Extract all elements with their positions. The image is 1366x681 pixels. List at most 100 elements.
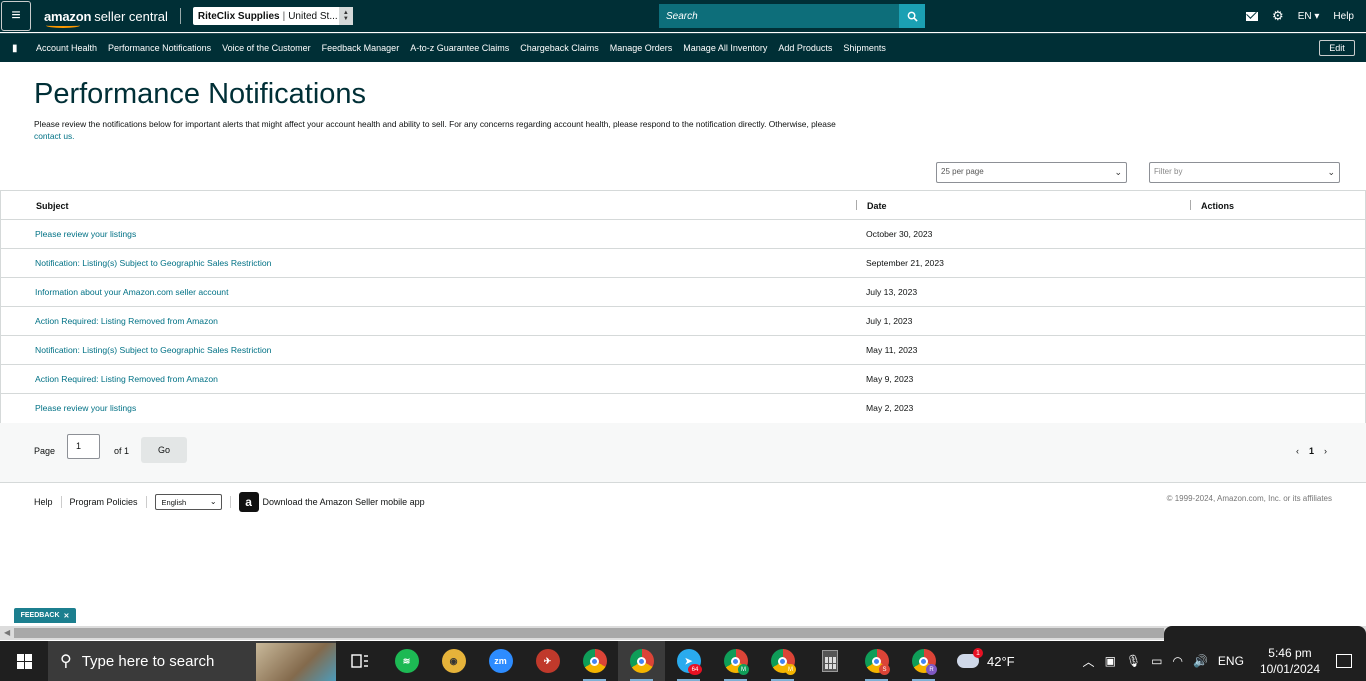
mail-icon[interactable] [1246,11,1259,21]
chrome-profile-icon[interactable]: M [759,641,806,681]
network-app-icon[interactable]: ✈ [524,641,571,681]
column-header-date: Date [867,201,887,211]
notification-subject-link[interactable]: Notification: Listing(s) Subject to Geog… [35,258,271,268]
nav-item-shipments[interactable]: Shipments [843,43,886,53]
input-language[interactable]: ENG [1218,654,1244,668]
camera-icon[interactable]: ▣ [1105,654,1116,668]
language-selector[interactable]: EN ▾ [1298,11,1320,22]
page-title: Performance Notifications [34,78,367,110]
download-app-link[interactable]: Download the Amazon Seller mobile app [263,497,425,507]
spotify-icon[interactable]: ≋ [383,641,430,681]
per-page-value: 25 per page [941,167,984,176]
seller-central-logo[interactable]: amazon seller central [44,9,168,28]
taskbar-search[interactable]: ⚲ Type here to search [48,641,336,681]
store-selector[interactable]: RiteClix Supplies | United St... ▲ ▼ [192,7,353,25]
footer-divider [229,496,231,508]
notification-subject-link[interactable]: Information about your Amazon.com seller… [35,287,228,297]
language-label: EN [1297,10,1312,22]
feedback-label: FEEDBACK [20,612,60,619]
task-view-icon[interactable] [336,641,383,681]
nav-item-account-health[interactable]: Account Health [36,43,97,53]
chrome-profile-icon[interactable]: R [900,641,947,681]
gear-icon[interactable]: ⚙ [1272,8,1284,24]
search-icon: ⚲ [60,653,72,670]
chrome-profile-icon[interactable]: S [853,641,900,681]
chevron-down-icon: ▾ [1314,10,1320,22]
notification-subject-link[interactable]: Please review your listings [35,403,136,413]
start-button[interactable] [0,641,48,681]
chevron-down-icon: ⌄ [209,497,217,506]
notification-date: July 13, 2023 [866,287,918,297]
nav-item-feedback-manager[interactable]: Feedback Manager [322,43,400,53]
bookmark-icon[interactable]: ▮ [12,43,20,54]
column-divider [856,200,857,210]
notification-date: July 1, 2023 [866,316,913,326]
search-placeholder: Search [666,10,698,22]
store-separator: | [282,10,286,22]
notifications-icon[interactable] [1336,654,1352,668]
scroll-left-icon[interactable]: ◀ [4,628,10,637]
weather-temperature: 42°F [987,653,1015,669]
calculator-icon[interactable] [806,641,853,681]
current-page-number[interactable]: 1 [1309,446,1314,456]
chevron-down-icon: ⌄ [1114,167,1122,177]
battery-icon[interactable]: ▭ [1151,654,1162,668]
feedback-tab[interactable]: FEEDBACK ✕ [14,608,76,623]
footer-help-link[interactable]: Help [34,497,53,507]
notifications-table: Subject Date Actions Please review your … [0,190,1366,424]
per-page-select[interactable]: 25 per page ⌄ [936,162,1127,183]
search-button[interactable] [899,4,925,28]
clock[interactable]: 5:46 pm 10/01/2024 [1260,645,1320,677]
notification-subject-link[interactable]: Notification: Listing(s) Subject to Geog… [35,345,271,355]
chrome-icon-active[interactable] [618,641,665,681]
notification-date: October 30, 2023 [866,229,933,239]
footer-divider [145,496,147,508]
contact-us-link[interactable]: contact us. [34,131,75,141]
wifi-icon[interactable]: ◠ [1172,654,1182,668]
page-label: Page [34,446,56,456]
notification-subject-link[interactable]: Action Required: Listing Removed from Am… [35,316,218,326]
horizontal-scrollbar[interactable]: ◀ [0,626,1366,640]
search-input[interactable]: Search [659,4,899,28]
nav-item-manage-orders[interactable]: Manage Orders [610,43,673,53]
cyberduck-icon[interactable]: ◉ [430,641,477,681]
help-link[interactable]: Help [1333,11,1354,22]
nav-item-a-to-z-claims[interactable]: A-to-z Guarantee Claims [410,43,509,53]
chevron-up-icon[interactable]: ︿ [1083,653,1095,670]
weather-widget[interactable]: 1 42°F [957,648,1015,669]
nav-item-chargeback-claims[interactable]: Chargeback Claims [520,43,599,53]
close-icon[interactable]: ✕ [64,612,70,620]
page-number-input[interactable]: 1 [67,434,100,459]
filter-select[interactable]: Filter by ⌄ [1149,162,1340,183]
go-button[interactable]: Go [141,437,187,463]
volume-icon[interactable]: 🔊 [1193,654,1208,668]
chrome-icon[interactable] [571,641,618,681]
scrollbar-thumb[interactable] [14,628,1164,638]
page-of-label: of 1 [114,446,130,456]
amazon-app-icon[interactable]: a [238,492,259,512]
chrome-profile-icon[interactable]: M [712,641,759,681]
program-policies-link[interactable]: Program Policies [70,497,138,507]
clock-time: 5:46 pm [1268,646,1312,660]
zoom-icon[interactable]: zm [477,641,524,681]
notification-subject-link[interactable]: Action Required: Listing Removed from Am… [35,374,218,384]
profile-badge: M [785,664,796,675]
table-row: Notification: Listing(s) Subject to Geog… [0,336,1366,365]
store-name: RiteClix Supplies [197,10,280,22]
microphone-icon[interactable]: 🎙 [1126,654,1141,668]
filter-placeholder: Filter by [1154,167,1183,176]
nav-item-add-products[interactable]: Add Products [778,43,832,53]
nav-item-manage-inventory[interactable]: Manage All Inventory [683,43,767,53]
telegram-icon[interactable]: ➤ 64 [665,641,712,681]
hamburger-menu-icon[interactable]: ≡ [1,1,31,31]
notification-subject-link[interactable]: Please review your listings [35,229,136,239]
nav-item-voice-of-customer[interactable]: Voice of the Customer [222,43,311,53]
table-row: Please review your listings May 2, 2023 [0,394,1366,423]
chevron-left-icon[interactable]: ‹ [1296,446,1299,456]
nav-item-performance-notifications[interactable]: Performance Notifications [108,43,211,53]
chevron-right-icon[interactable]: › [1324,446,1327,456]
notification-date: May 11, 2023 [866,345,918,355]
copyright: © 1999-2024, Amazon.com, Inc. or its aff… [1166,494,1332,503]
edit-nav-button[interactable]: Edit [1319,40,1355,56]
footer-language-select[interactable]: English ⌄ [154,494,222,510]
